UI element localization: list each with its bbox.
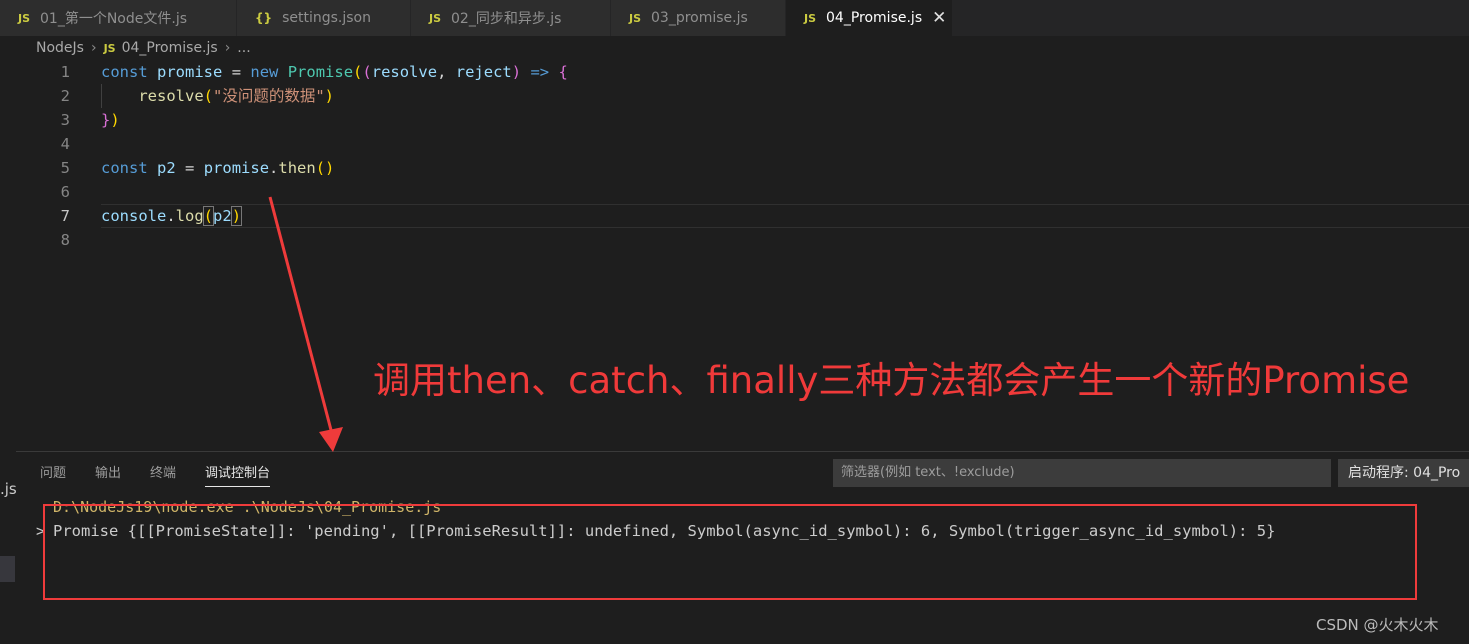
code-text: }) xyxy=(101,111,120,129)
tab-label: settings.json xyxy=(282,10,371,26)
code-text: resolve("没问题的数据") xyxy=(138,87,335,105)
js-file-icon: JS xyxy=(18,11,31,25)
line-number: 5 xyxy=(60,159,70,177)
breadcrumb-more[interactable]: ... xyxy=(237,40,250,56)
breadcrumb: NodeJs › JS 04_Promise.js › ... xyxy=(36,36,251,60)
watermark: CSDN @火木火木 xyxy=(1316,616,1439,634)
tab-04-promise[interactable]: JS 04_Promise.js ✕ xyxy=(786,0,953,36)
tab-03-promise[interactable]: JS 03_promise.js xyxy=(611,0,786,36)
code-text: const promise = new Promise((resolve, re… xyxy=(101,63,568,81)
breadcrumb-folder[interactable]: NodeJs xyxy=(36,40,84,56)
line-number: 3 xyxy=(60,111,70,129)
filter-input[interactable]: 筛选器(例如 text、!exclude) xyxy=(833,459,1331,487)
js-file-icon: JS xyxy=(629,11,642,25)
line-number: 7 xyxy=(60,207,70,225)
js-file-icon: JS xyxy=(429,11,442,25)
chevron-right-icon: › xyxy=(90,40,97,56)
tab-label: 03_promise.js xyxy=(651,10,748,26)
code-text: const p2 = promise.then() xyxy=(101,159,335,177)
code-line: 2 resolve("没问题的数据") xyxy=(0,84,1469,108)
js-file-icon: JS xyxy=(804,11,817,25)
sidebar-selected-item xyxy=(0,556,15,582)
highlight-box xyxy=(43,504,1417,600)
editor-tab-bar: JS 01_第一个Node文件.js {} settings.json JS 0… xyxy=(0,0,1469,36)
tab-debug-console[interactable]: 调试控制台 xyxy=(205,462,271,487)
line-number: 2 xyxy=(60,87,70,105)
code-line: 5 const p2 = promise.then() xyxy=(0,156,1469,180)
code-line: 6 xyxy=(0,180,1469,204)
panel-tabs: 问题 输出 终端 调试控制台 xyxy=(40,462,299,487)
code-line: 3 }) xyxy=(0,108,1469,132)
launch-config-select[interactable]: 启动程序: 04_Pro xyxy=(1338,459,1469,487)
tab-terminal[interactable]: 终端 xyxy=(150,462,176,487)
tab-01-node-file[interactable]: JS 01_第一个Node文件.js xyxy=(0,0,237,36)
code-line-current: 7 console.log(p2) xyxy=(0,204,1469,228)
line-number: 1 xyxy=(60,63,70,81)
breadcrumb-file[interactable]: 04_Promise.js xyxy=(122,40,218,56)
line-number: 8 xyxy=(60,231,70,249)
chevron-right-icon: › xyxy=(224,40,231,56)
code-text: console.log(p2) xyxy=(101,206,243,226)
tab-label: 02_同步和异步.js xyxy=(451,11,562,27)
sidebar-file-snippet: .js xyxy=(0,480,17,498)
js-file-icon: JS xyxy=(103,41,116,55)
code-line: 4 xyxy=(0,132,1469,156)
code-line: 8 xyxy=(0,228,1469,252)
annotation-text: 调用then、catch、finally三种方法都会产生一个新的Promise xyxy=(373,359,1410,402)
close-icon[interactable]: ✕ xyxy=(932,8,946,28)
line-number: 6 xyxy=(60,183,70,201)
line-number: 4 xyxy=(60,135,70,153)
code-line: 1 const promise = new Promise((resolve, … xyxy=(0,60,1469,84)
tab-label: 01_第一个Node文件.js xyxy=(40,11,188,27)
tab-02-sync-async[interactable]: JS 02_同步和异步.js xyxy=(411,0,611,36)
bottom-panel: 问题 输出 终端 调试控制台 筛选器(例如 text、!exclude) 启动程… xyxy=(16,451,1469,644)
json-file-icon: {} xyxy=(255,11,273,25)
tab-output[interactable]: 输出 xyxy=(95,462,121,487)
tab-label: 04_Promise.js xyxy=(826,10,923,26)
tab-settings-json[interactable]: {} settings.json xyxy=(237,0,411,36)
tab-problems[interactable]: 问题 xyxy=(40,462,66,487)
